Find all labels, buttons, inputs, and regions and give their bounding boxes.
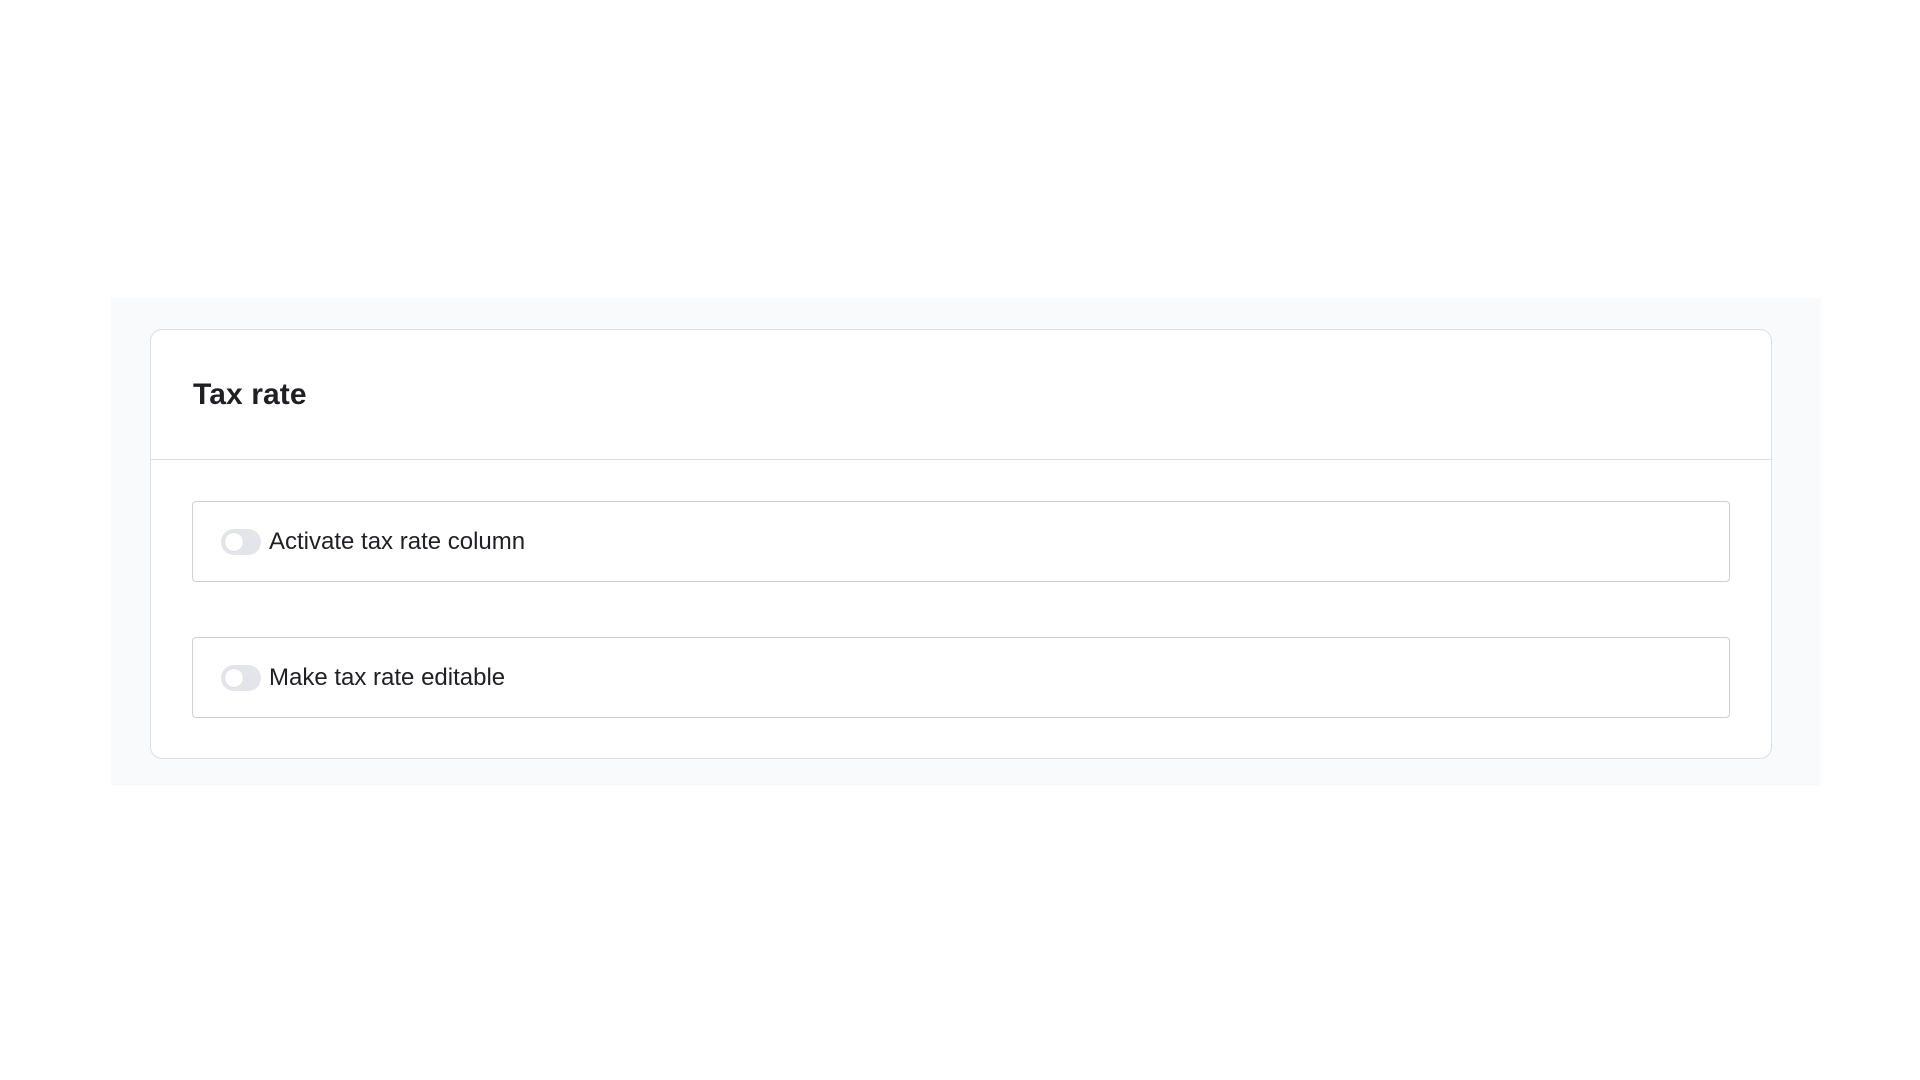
switch-knob [225,532,243,551]
section-title: Tax rate [193,377,307,411]
make-tax-rate-editable-switch[interactable] [221,664,261,691]
toggle-row-activate-tax-rate-column[interactable]: Activate tax rate column [192,501,1730,582]
tax-rate-card: Tax rate Activate tax rate column Make t… [150,329,1772,759]
make-tax-rate-editable-label: Make tax rate editable [269,663,506,691]
switch-knob [225,668,243,687]
card-body: Activate tax rate column Make tax rate e… [151,460,1771,718]
activate-tax-rate-column-switch[interactable] [221,528,261,555]
activate-tax-rate-column-label: Activate tax rate column [269,527,526,555]
card-header: Tax rate [151,330,1771,460]
toggle-row-make-tax-rate-editable[interactable]: Make tax rate editable [192,637,1730,718]
